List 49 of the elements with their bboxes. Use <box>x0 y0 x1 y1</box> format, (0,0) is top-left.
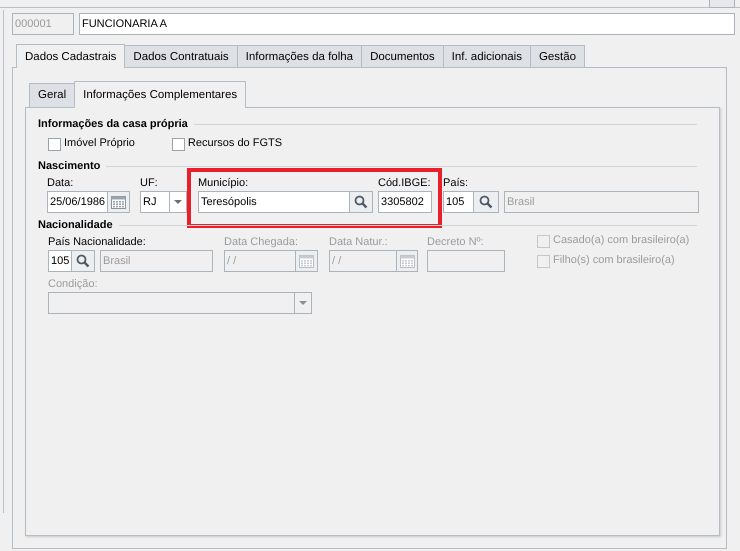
tab[interactable]: Informações da folha <box>236 45 362 67</box>
date-field[interactable]: 25/06/1986 <box>47 190 108 213</box>
checkbox-label: Recursos do FGTS <box>188 136 282 151</box>
field-label: Data Natur.: <box>329 234 388 250</box>
checkbox-label: Casado(a) com brasileiro(a) <box>553 232 690 248</box>
calendar-button[interactable] <box>397 250 418 272</box>
text-field[interactable]: 3305802 <box>378 190 432 213</box>
calendar-icon <box>400 254 414 268</box>
search-button[interactable] <box>350 190 373 213</box>
checkbox-label: Filho(s) com brasileiro(a) <box>553 252 675 268</box>
code-field[interactable]: Teresópolis <box>198 190 350 213</box>
search-icon <box>76 254 90 268</box>
name-field[interactable]: FUNCIONARIA A <box>79 13 735 35</box>
section-title: Nacionalidade <box>38 219 113 232</box>
tab[interactable]: Gestão <box>530 45 586 67</box>
tab[interactable]: Inf. adicionais <box>442 45 531 67</box>
code-field[interactable]: 105 <box>443 190 474 213</box>
search-icon <box>354 194 368 209</box>
field-label: Condição: <box>48 276 98 292</box>
calendar-button[interactable] <box>296 250 318 272</box>
search-button[interactable] <box>474 190 499 213</box>
section-title: Nascimento <box>38 160 100 172</box>
field-label: País: <box>443 176 468 191</box>
search-icon <box>479 194 493 209</box>
tab[interactable]: Dados Contratuais <box>124 45 238 67</box>
toolbar-button[interactable] <box>709 0 735 8</box>
tab[interactable]: Dados Cadastrais <box>16 44 126 68</box>
tab[interactable]: Documentos <box>361 45 444 67</box>
search-button[interactable] <box>72 250 95 272</box>
field-label: Decreto Nº: <box>427 234 484 250</box>
calendar-button[interactable] <box>108 190 130 213</box>
field-label: Cód.IBGE: <box>378 176 431 191</box>
calendar-icon <box>111 194 126 209</box>
tab[interactable]: Geral <box>29 82 76 107</box>
field-label: Data: <box>47 176 74 191</box>
field-label: UF: <box>140 176 158 191</box>
checkbox-label: Imóvel Próprio <box>64 136 135 151</box>
checkbox[interactable] <box>48 138 61 152</box>
code-field[interactable]: 105 <box>48 250 72 272</box>
field-label: Data Chegada: <box>224 234 298 250</box>
field-label: Município: <box>198 176 248 191</box>
dropdown[interactable]: RJ <box>140 190 187 213</box>
field-label: País Nacionalidade: <box>48 234 146 250</box>
caret-icon <box>299 300 307 305</box>
calendar-icon <box>299 254 314 268</box>
caret-icon <box>174 200 182 204</box>
tab[interactable]: Informações Complementares <box>74 80 246 108</box>
section-title: Informações da casa própria <box>38 118 188 130</box>
checkbox[interactable] <box>172 138 185 152</box>
